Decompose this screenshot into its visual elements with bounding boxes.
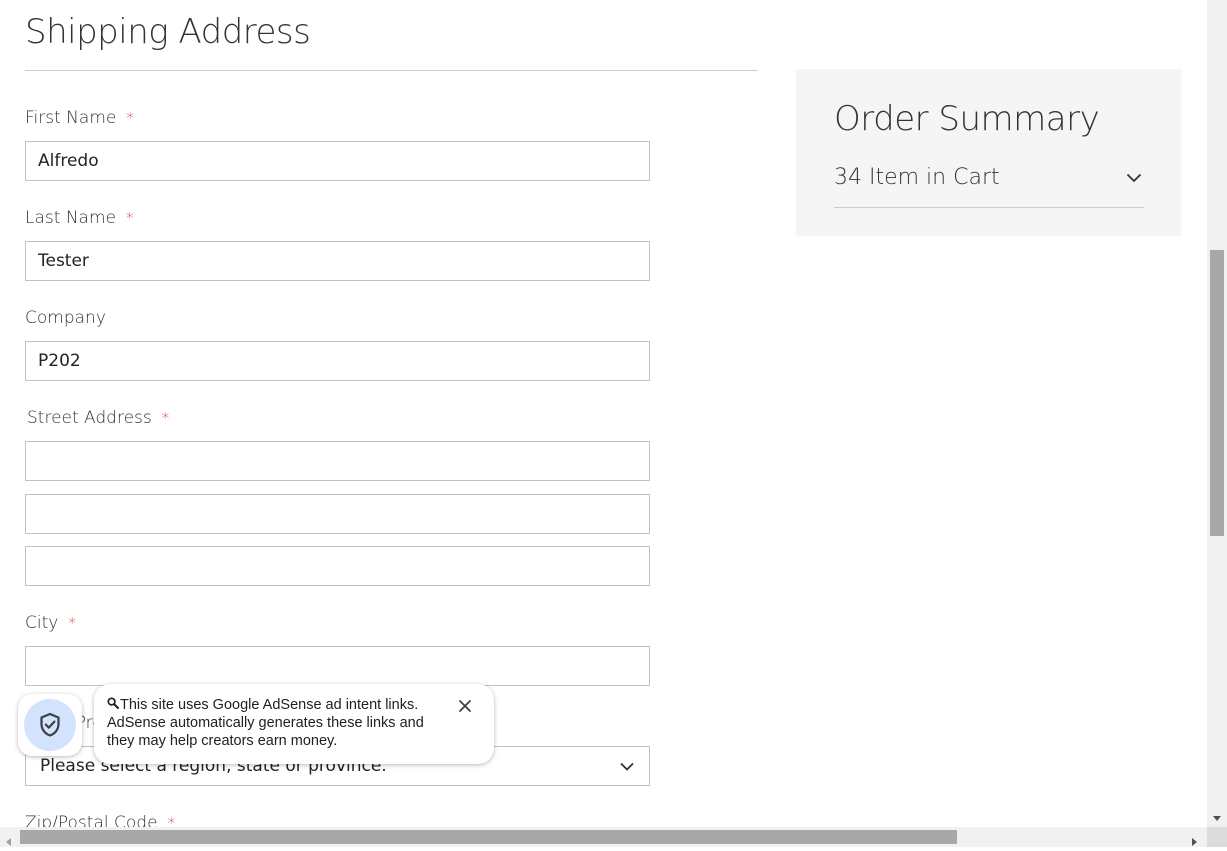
street-address-line-3-input[interactable] <box>25 546 650 586</box>
title-divider <box>25 70 758 71</box>
last-name-input[interactable] <box>25 241 650 281</box>
chevron-down-icon[interactable] <box>1126 170 1144 188</box>
last-name-label: Last Name * <box>25 208 134 228</box>
chevron-down-icon <box>619 758 635 774</box>
first-name-input[interactable] <box>25 141 650 181</box>
required-marker: * <box>161 409 170 427</box>
shield-check-icon <box>24 699 76 751</box>
first-name-label: First Name * <box>25 108 134 128</box>
required-marker: * <box>68 614 76 632</box>
scroll-right-arrow-icon[interactable] <box>1192 833 1198 851</box>
required-marker: * <box>126 109 134 127</box>
city-input[interactable] <box>25 646 650 686</box>
vertical-scrollbar[interactable] <box>1207 0 1227 827</box>
search-icon <box>107 696 119 709</box>
required-marker: * <box>125 209 134 227</box>
scroll-left-arrow-icon[interactable] <box>6 833 12 851</box>
scrollbar-corner <box>1207 827 1227 847</box>
horizontal-scrollbar-thumb[interactable] <box>20 830 957 844</box>
ad-intent-badge[interactable] <box>18 694 82 756</box>
street-address-label: Street Address * <box>27 408 170 428</box>
required-marker: * <box>167 814 176 827</box>
company-input[interactable] <box>25 341 650 381</box>
street-address-line-1-input[interactable] <box>25 441 650 481</box>
ad-intent-notice-text: This site uses Google AdSense ad intent … <box>107 697 424 749</box>
summary-divider <box>834 207 1144 208</box>
order-summary-panel: Order Summary 34 Item in Cart <box>796 69 1181 236</box>
checkout-page: Shipping Address First Name* Last Name* … <box>0 0 1207 827</box>
horizontal-scrollbar[interactable] <box>0 827 1207 847</box>
scroll-down-arrow-icon[interactable] <box>1213 809 1221 827</box>
street-address-line-2-input[interactable] <box>25 494 650 534</box>
shipping-address-title: Shipping Address <box>25 12 311 52</box>
zip-label: Zip/Postal Code * <box>25 813 175 827</box>
close-icon[interactable] <box>458 699 472 713</box>
city-label: City * <box>25 613 76 633</box>
company-label: Company <box>25 308 106 328</box>
vertical-scrollbar-thumb[interactable] <box>1210 250 1224 536</box>
order-summary-title: Order Summary <box>834 99 1100 139</box>
items-in-cart-toggle[interactable]: 34 Item in Cart <box>834 165 1000 190</box>
ad-intent-notice: This site uses Google AdSense ad intent … <box>94 684 494 764</box>
